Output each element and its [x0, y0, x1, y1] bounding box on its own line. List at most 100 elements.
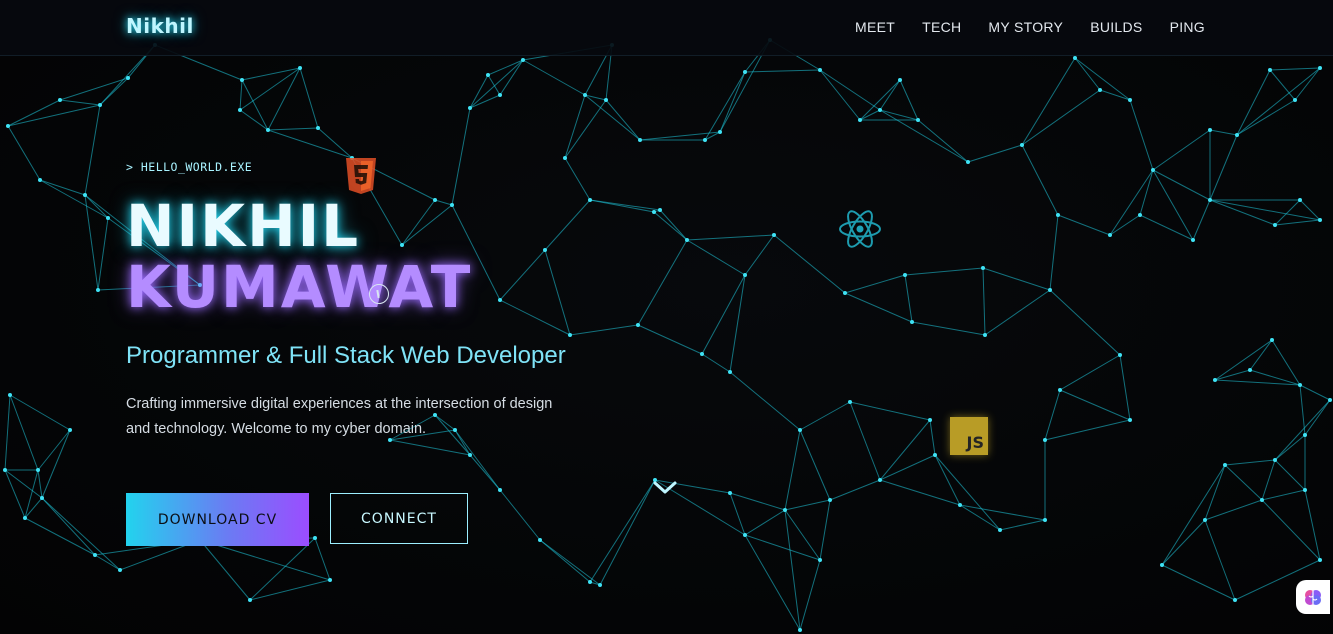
network-line: [4, 394, 11, 471]
network-line: [564, 157, 591, 201]
network-line: [879, 454, 936, 481]
network-node: [238, 108, 242, 112]
network-line: [499, 489, 541, 541]
network-node: [1138, 213, 1142, 217]
network-line: [904, 274, 913, 323]
network-line: [59, 77, 129, 101]
network-line: [39, 179, 109, 219]
network-line: [784, 499, 831, 511]
network-node: [316, 126, 320, 130]
network-line: [199, 539, 251, 601]
connect-button[interactable]: CONNECT: [330, 493, 468, 544]
network-line: [1049, 289, 1121, 356]
network-node: [903, 273, 907, 277]
network-node: [828, 498, 832, 502]
network-line: [729, 492, 746, 536]
network-node: [700, 352, 704, 356]
network-line: [744, 534, 821, 561]
network-node: [1235, 133, 1239, 137]
network-line: [1059, 354, 1121, 391]
network-node: [636, 323, 640, 327]
network-node: [878, 108, 882, 112]
network-line: [1214, 369, 1251, 381]
network-line: [1274, 434, 1306, 461]
network-node: [1233, 598, 1237, 602]
network-node: [538, 538, 542, 542]
network-node: [685, 238, 689, 242]
network-node: [1328, 398, 1332, 402]
assistant-brain-icon[interactable]: [1296, 580, 1330, 614]
network-node: [798, 428, 802, 432]
network-node: [96, 288, 100, 292]
network-line: [911, 321, 986, 336]
brand-logo[interactable]: Nikhil: [126, 14, 194, 38]
nav-link-builds[interactable]: BUILDS: [1090, 19, 1142, 35]
network-line: [819, 69, 861, 121]
network-line: [659, 209, 688, 241]
network-line: [239, 79, 243, 111]
hero-subtitle: Programmer & Full Stack Web Developer: [126, 342, 566, 369]
network-node: [1056, 213, 1060, 217]
network-line: [199, 539, 331, 581]
nav-link-meet[interactable]: MEET: [855, 19, 895, 35]
scroll-down-chevron-icon[interactable]: [653, 480, 677, 499]
network-line: [94, 554, 121, 571]
network-line: [879, 79, 901, 111]
nav-link-ping[interactable]: PING: [1170, 19, 1205, 35]
network-node: [916, 118, 920, 122]
network-line: [653, 211, 688, 241]
network-node: [1208, 198, 1212, 202]
network-line: [1139, 214, 1194, 241]
network-line: [1249, 339, 1273, 371]
network-line: [241, 79, 269, 131]
network-node: [498, 488, 502, 492]
network-node: [703, 138, 707, 142]
network-line: [1209, 199, 1276, 226]
network-node: [118, 568, 122, 572]
network-node: [933, 453, 937, 457]
network-line: [1109, 169, 1154, 236]
network-node: [468, 106, 472, 110]
download-cv-button[interactable]: DOWNLOAD CV: [126, 493, 309, 546]
network-line: [1294, 67, 1321, 101]
network-line: [9, 394, 71, 431]
network-line: [1161, 519, 1206, 566]
network-node: [1043, 518, 1047, 522]
network-line: [1209, 134, 1238, 201]
network-node: [83, 193, 87, 197]
nav-link-tech[interactable]: TECH: [922, 19, 961, 35]
network-line: [589, 479, 656, 583]
network-node: [1191, 238, 1195, 242]
network-line: [849, 401, 931, 421]
network-line: [879, 479, 961, 506]
network-line: [637, 324, 703, 355]
network-node: [1273, 223, 1277, 227]
network-line: [1304, 399, 1331, 436]
network-node: [910, 320, 914, 324]
network-line: [84, 104, 101, 196]
network-line: [267, 127, 319, 131]
network-line: [469, 74, 489, 109]
nav-link-my-story[interactable]: MY STORY: [988, 19, 1063, 35]
network-line: [1021, 144, 1059, 216]
network-line: [97, 217, 109, 291]
network-line: [879, 419, 931, 481]
network-node: [40, 496, 44, 500]
network-node: [981, 266, 985, 270]
network-line: [849, 401, 881, 481]
network-line: [984, 289, 1051, 336]
network-line: [982, 267, 986, 336]
network-line: [819, 499, 831, 561]
network-line: [686, 239, 746, 276]
network-node: [798, 628, 802, 632]
network-node: [604, 98, 608, 102]
network-line: [1261, 499, 1321, 561]
network-node: [1298, 198, 1302, 202]
network-node: [728, 491, 732, 495]
network-node: [248, 598, 252, 602]
network-node: [743, 533, 747, 537]
network-line: [569, 324, 639, 336]
hero-description: Crafting immersive digital experiences a…: [126, 396, 553, 437]
network-line: [59, 99, 101, 106]
network-line: [1057, 214, 1111, 236]
